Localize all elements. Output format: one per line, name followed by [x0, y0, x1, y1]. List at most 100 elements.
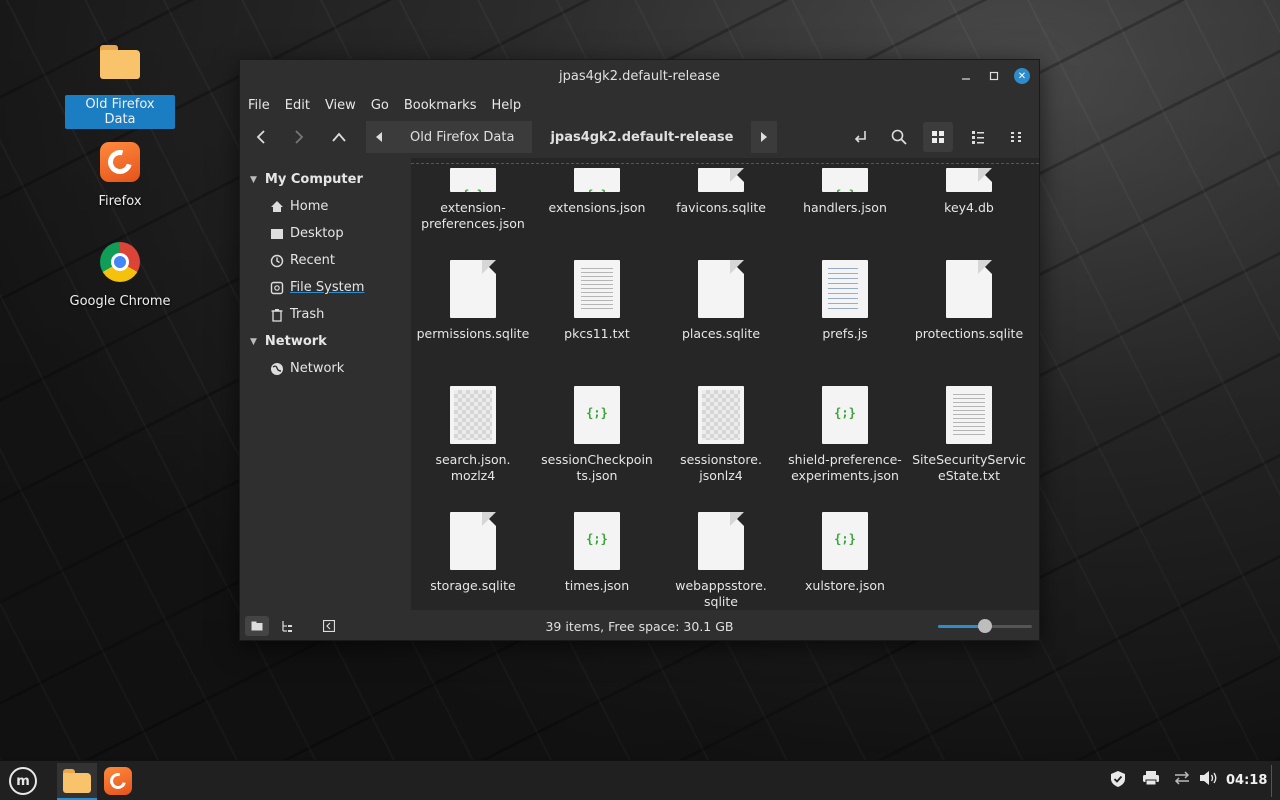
list-icon [972, 131, 984, 144]
triangle-right-icon [761, 132, 768, 142]
maximize-button[interactable] [985, 67, 1003, 85]
file-item[interactable]: {;} times.json [535, 512, 659, 610]
start-menu-button[interactable]: m [6, 763, 40, 799]
desktop-icon-firefox[interactable]: Firefox [65, 140, 175, 211]
clock[interactable]: 04:18 [1226, 773, 1267, 788]
file-name: places.sqlite [681, 326, 761, 341]
printer-icon[interactable] [1142, 770, 1160, 790]
file-item[interactable]: protections.sqlite [907, 260, 1031, 386]
menu-bookmarks[interactable]: Bookmarks [404, 98, 477, 113]
close-icon: ✕ [1014, 68, 1030, 84]
toggle-location-entry-button[interactable] [848, 126, 872, 148]
file-item[interactable]: prefs.js [783, 260, 907, 386]
file-item[interactable]: {;} handlers.json [783, 158, 907, 260]
close-button[interactable]: ✕ [1013, 67, 1031, 85]
file-name: permissions.sqlite [416, 326, 530, 341]
sidebar-item-home[interactable]: Home [240, 193, 410, 220]
blank-file-icon [450, 512, 496, 570]
menu-go[interactable]: Go [371, 98, 389, 113]
file-item[interactable]: {;} extension- preferences.json [411, 158, 535, 260]
json-glyph: {;} [822, 188, 868, 192]
sidebar: ▼ My Computer Home Desktop Recent File S… [240, 158, 410, 610]
file-name: sessionstore. jsonlz4 [680, 452, 762, 483]
sidebar-item-trash[interactable]: Trash [240, 301, 410, 328]
sidebar-item-network[interactable]: Network [240, 355, 410, 382]
back-button[interactable] [250, 126, 272, 148]
blank-file-icon [698, 512, 744, 570]
file-name: pkcs11.txt [564, 326, 630, 341]
firefox-icon [98, 142, 142, 186]
sidebar-item-desktop[interactable]: Desktop [240, 220, 410, 247]
breadcrumb: Old Firefox Data jpas4gk2.default-releas… [366, 121, 778, 153]
taskbar-firefox[interactable] [99, 763, 137, 799]
file-item[interactable]: webappsstore. sqlite [659, 512, 783, 610]
file-item[interactable]: places.sqlite [659, 260, 783, 386]
triangle-down-icon: ▼ [250, 336, 257, 347]
sidebar-item-recent[interactable]: Recent [240, 247, 410, 274]
titlebar[interactable]: jpas4gk2.default-release ✕ [240, 60, 1039, 92]
sidebar-item-label: Recent [290, 253, 335, 268]
zoom-slider-handle[interactable] [978, 619, 992, 633]
network-icon [270, 362, 284, 376]
network-icon[interactable] [1173, 770, 1191, 790]
desktop-icon-google-chrome[interactable]: Google Chrome [65, 240, 175, 311]
sidebar-section-network[interactable]: ▼ Network [240, 328, 410, 355]
grid-icon [932, 131, 944, 143]
json-glyph: {;} [586, 406, 608, 420]
chrome-icon [98, 242, 142, 286]
file-item[interactable]: {;} shield-preference- experiments.json [783, 386, 907, 512]
up-button[interactable] [328, 126, 350, 148]
file-name: storage.sqlite [430, 578, 516, 593]
folder-icon [98, 45, 142, 89]
icon-view-button[interactable] [923, 122, 953, 152]
shield-icon[interactable] [1109, 770, 1127, 792]
search-button[interactable] [887, 126, 911, 148]
blank-file-icon [698, 168, 744, 192]
status-text: 39 items, Free space: 30.1 GB [545, 619, 734, 634]
menu-edit[interactable]: Edit [285, 98, 310, 113]
file-item[interactable]: key4.db [907, 158, 1031, 260]
file-item[interactable]: storage.sqlite [411, 512, 535, 610]
show-desktop-button[interactable] [1271, 765, 1277, 797]
breadcrumb-scroll-right[interactable] [751, 121, 778, 153]
file-item[interactable]: search.json. mozlz4 [411, 386, 535, 512]
file-item[interactable]: {;} sessionCheckpoin ts.json [535, 386, 659, 512]
desktop-icon-label: Google Chrome [69, 294, 171, 309]
json-glyph: {;} [574, 188, 620, 192]
sidebar-section-title: Network [264, 334, 327, 349]
file-item[interactable]: pkcs11.txt [535, 260, 659, 386]
file-view[interactable]: {;} extension- preferences.json {;} extensi… [411, 158, 1039, 610]
breadcrumb-scroll-left[interactable] [366, 121, 392, 153]
zoom-slider[interactable] [938, 619, 1032, 633]
file-item[interactable]: SiteSecurityServic eState.txt [907, 386, 1031, 512]
file-item[interactable]: {;} xulstore.json [783, 512, 907, 610]
blank-file-icon [698, 260, 744, 318]
sidebar-section-my-computer[interactable]: ▼ My Computer [240, 166, 410, 193]
list-view-button[interactable] [966, 126, 990, 148]
sidebar-item-file-system[interactable]: File System [240, 274, 410, 301]
file-item[interactable]: {;} extensions.json [535, 158, 659, 260]
compact-view-button[interactable] [1005, 126, 1029, 148]
forward-button[interactable] [288, 126, 310, 148]
minimize-button[interactable] [957, 67, 975, 85]
file-item[interactable]: sessionstore. jsonlz4 [659, 386, 783, 512]
file-name: search.json. mozlz4 [435, 452, 511, 483]
json-file-icon: {;} [822, 512, 868, 570]
json-file-icon: {;} [822, 168, 868, 192]
menu-view[interactable]: View [325, 98, 356, 113]
volume-icon[interactable] [1199, 770, 1219, 790]
menu-file[interactable]: File [248, 98, 270, 113]
file-name: SiteSecurityServic eState.txt [912, 452, 1026, 483]
blank-file-icon [946, 260, 992, 318]
taskbar-file-manager[interactable] [57, 763, 97, 800]
breadcrumb-item-old-firefox-data[interactable]: Old Firefox Data [392, 121, 533, 153]
desktop-icon-old-firefox-data[interactable]: Old Firefox Data [65, 40, 175, 129]
folder-icon [63, 769, 91, 793]
file-name: extensions.json [548, 200, 646, 215]
file-item[interactable]: favicons.sqlite [659, 158, 783, 260]
breadcrumb-item-current[interactable]: jpas4gk2.default-release [532, 121, 752, 153]
json-file-icon: {;} [574, 386, 620, 444]
menu-help[interactable]: Help [491, 98, 521, 113]
file-item[interactable]: permissions.sqlite [411, 260, 535, 386]
blank-file-icon [450, 260, 496, 318]
